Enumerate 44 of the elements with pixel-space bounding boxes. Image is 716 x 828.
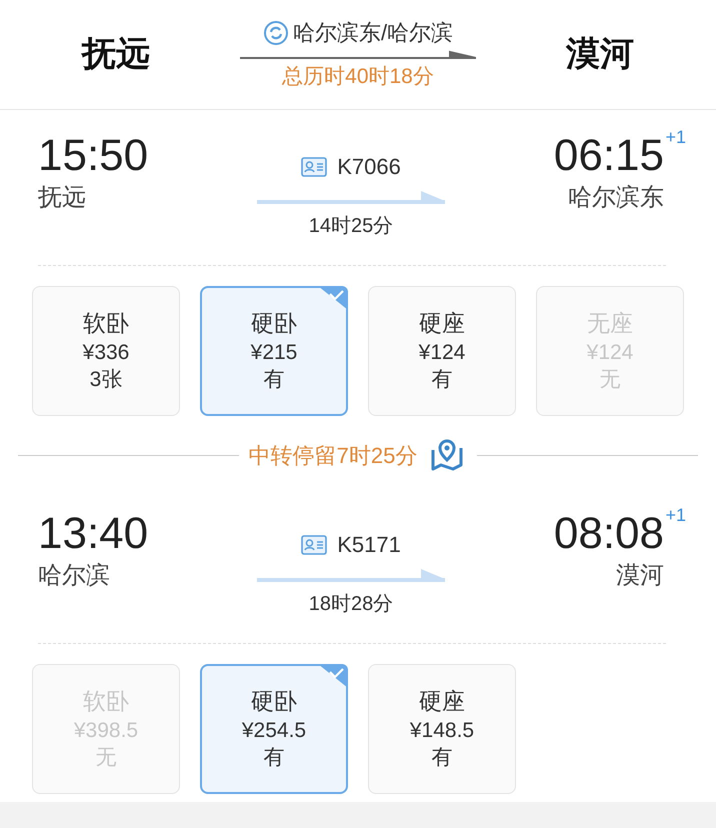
arrival-time: 06:15 xyxy=(554,132,664,180)
seat-price: ¥148.5 xyxy=(410,718,474,744)
seat-type: 软卧 xyxy=(83,308,129,338)
seat-price: ¥254.5 xyxy=(242,718,306,744)
seat-option[interactable]: 软卧 ¥336 3张 xyxy=(32,286,180,416)
seat-price: ¥124 xyxy=(418,340,466,366)
total-duration: 总历时40时18分 xyxy=(282,64,434,90)
seat-type: 硬卧 xyxy=(251,308,297,338)
train-number: K7066 xyxy=(337,153,401,181)
seat-stock: 有 xyxy=(432,366,452,393)
travel-duration: 14时25分 xyxy=(308,214,394,239)
travel-duration: 18时28分 xyxy=(308,592,394,617)
seat-type: 硬座 xyxy=(419,686,465,716)
seat-type: 硬卧 xyxy=(251,686,297,716)
next-day-marker: +1 xyxy=(665,504,686,527)
seat-price: ¥336 xyxy=(82,340,130,366)
check-icon xyxy=(318,286,348,310)
next-day-marker: +1 xyxy=(665,126,686,149)
seat-stock: 有 xyxy=(264,744,284,771)
arrival-station: 漠河 xyxy=(615,561,664,592)
arrival-city: 漠河 xyxy=(566,34,634,75)
arrival-station: 哈尔滨东 xyxy=(567,183,664,214)
transfer-stations: 哈尔滨东/哈尔滨 xyxy=(292,19,454,48)
seat-option[interactable]: 硬卧 ¥254.5 有 xyxy=(200,664,348,794)
transfer-icon xyxy=(262,20,289,46)
check-icon xyxy=(318,664,348,688)
seat-price: ¥215 xyxy=(250,340,298,366)
departure-time: 13:40 xyxy=(38,510,148,558)
transfer-stay: 中转停留7时25分 xyxy=(248,442,418,470)
seat-option[interactable]: 硬座 ¥148.5 有 xyxy=(368,664,516,794)
seat-option[interactable]: 硬座 ¥124 有 xyxy=(368,286,516,416)
departure-city: 抚远 xyxy=(82,34,150,75)
arrival-time: 08:08 xyxy=(554,510,664,558)
id-card-icon xyxy=(301,534,328,554)
departure-station: 抚远 xyxy=(38,183,87,214)
departure-time: 15:50 xyxy=(38,132,148,180)
seat-stock: 3张 xyxy=(90,366,122,393)
train-number: K5171 xyxy=(337,531,401,559)
seat-stock: 有 xyxy=(432,744,452,771)
seat-type: 硬座 xyxy=(419,308,465,338)
departure-station: 哈尔滨 xyxy=(38,561,111,592)
id-card-icon xyxy=(301,156,328,176)
seat-stock: 有 xyxy=(264,366,284,393)
seat-option[interactable]: 硬卧 ¥215 有 xyxy=(200,286,348,416)
